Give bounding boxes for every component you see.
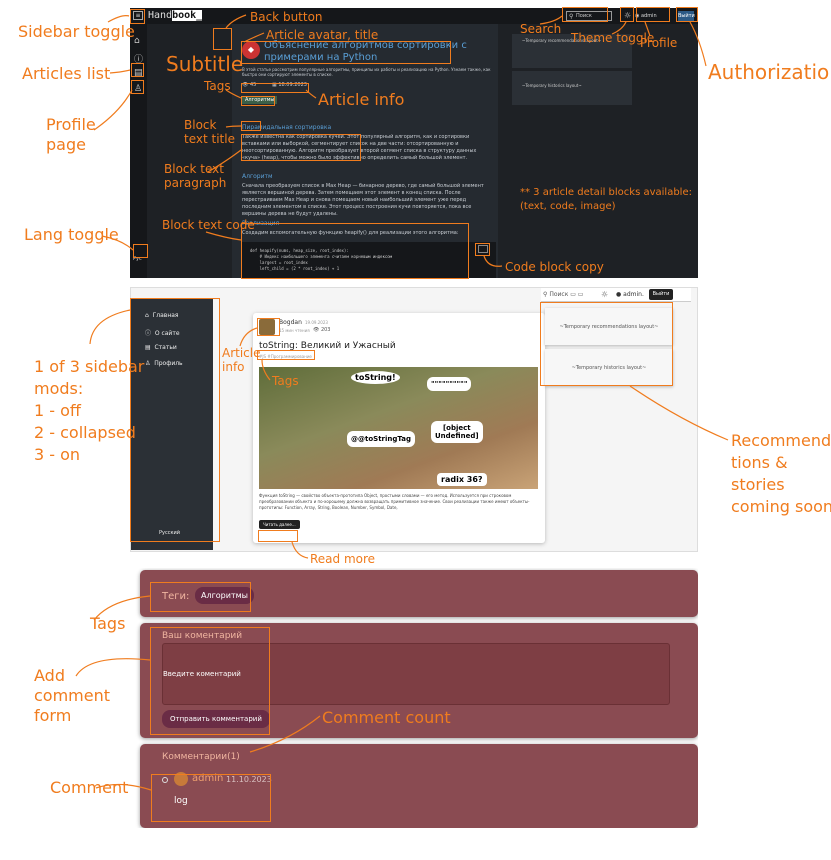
highlight-comment-form bbox=[150, 627, 270, 735]
highlight-copy bbox=[475, 243, 490, 256]
highlight-lang bbox=[133, 244, 148, 258]
ann-recommendations: Recommenda tions & stories coming soon! bbox=[731, 431, 831, 516]
highlight-title bbox=[241, 41, 451, 64]
top-bar: ≡ Handbook_ Поиск ⚲ ☼ ◉ admin Выйти bbox=[130, 8, 698, 24]
highlight-comment bbox=[151, 774, 271, 822]
highlight-profile bbox=[131, 80, 144, 94]
views-count: 👁 203 bbox=[313, 327, 331, 333]
ann-block-text-code: Block text code bbox=[162, 218, 255, 232]
block-paragraph: Сначала преобразуем список в Max Heap — … bbox=[242, 183, 484, 217]
read-more-button[interactable]: Читать далее... bbox=[259, 520, 300, 529]
speech-bubble: toString! bbox=[351, 371, 400, 384]
speech-bubble: [object Undefined] bbox=[431, 421, 483, 443]
arrow bbox=[93, 89, 133, 131]
ann-search: Search bbox=[520, 22, 562, 36]
ann-comment: Comment bbox=[50, 778, 129, 797]
highlight-tags bbox=[257, 350, 315, 360]
ann-profile-page: Profile page bbox=[46, 115, 96, 154]
ann-three-blocks: ** 3 article detail blocks available: (t… bbox=[520, 187, 692, 212]
highlight-profile-top bbox=[636, 7, 670, 22]
ann-code-block-copy: Code block copy bbox=[505, 260, 604, 274]
logo[interactable]: Handbook_ bbox=[148, 10, 203, 21]
read-time: 15 мин чтения bbox=[279, 328, 310, 333]
ann-profile: Profile bbox=[640, 36, 678, 50]
ann-comment-count: Comment count bbox=[322, 708, 451, 727]
right-panel: ~Temporary recommendations layout~ ~Temp… bbox=[512, 24, 698, 278]
ann-block-text-paragraph: Block text paragraph bbox=[164, 162, 227, 190]
ann-read-more: Read more bbox=[310, 552, 376, 566]
author-name[interactable]: Bogdan bbox=[279, 319, 302, 326]
profile-link[interactable]: ● admin. bbox=[616, 291, 644, 298]
highlight-auth bbox=[676, 7, 698, 22]
highlight-tags-3 bbox=[150, 582, 251, 612]
highlight-read-more bbox=[258, 530, 298, 542]
ann-lang-toggle: Lang toggle bbox=[24, 225, 119, 244]
highlight-tag bbox=[241, 96, 275, 106]
ann-tags-3: Tags bbox=[90, 614, 126, 633]
block-title: Алгоритм bbox=[242, 173, 273, 180]
ann-add-comment-form: Add comment form bbox=[34, 666, 111, 725]
highlight-search bbox=[562, 7, 608, 22]
top-bar: ⚲ Поиск ▭ ▭ ☼ ● admin. Выйти bbox=[541, 288, 691, 302]
ann-subtitle: Subtitle bbox=[166, 52, 244, 76]
ann-article-info: Article info bbox=[318, 90, 405, 109]
highlight-code bbox=[241, 223, 469, 279]
ann-sidebar-toggle: Sidebar toggle bbox=[18, 22, 135, 41]
speech-bubble: """""""""" bbox=[427, 377, 472, 391]
ann-sidebar-mods: 1 of 3 sidebar mods: 1 - off 2 - collaps… bbox=[34, 357, 145, 464]
highlight-theme bbox=[620, 7, 634, 22]
ann-authorization: Authorization bbox=[708, 60, 831, 84]
speech-bubble: @@toStringTag bbox=[347, 431, 415, 447]
article-subtitle: В этой статье рассмотрим популярные алго… bbox=[242, 67, 491, 77]
comment-count: Комментарии(1) bbox=[162, 752, 240, 762]
ann-tags: Tags bbox=[204, 79, 231, 93]
search-input[interactable]: ⚲ Поиск ▭ ▭ bbox=[543, 291, 583, 298]
ann-articles-list: Articles list bbox=[22, 64, 111, 83]
arrow bbox=[89, 309, 131, 345]
historics-layout: ~Temporary historics layout~ bbox=[512, 71, 632, 105]
article-date: 19.09.2023 bbox=[305, 320, 328, 325]
ann-block-text-title: Block text title bbox=[184, 118, 235, 146]
highlight-article-info bbox=[257, 318, 280, 336]
logout-button[interactable]: Выйти bbox=[649, 289, 673, 300]
arrow bbox=[109, 69, 131, 74]
highlight-paragraph bbox=[241, 134, 361, 161]
speech-bubble: radix 36? bbox=[437, 473, 487, 486]
article-excerpt: Функция toString — свойство объекта-прот… bbox=[259, 493, 530, 510]
ann-back-button: Back button bbox=[250, 10, 323, 24]
theme-toggle-icon[interactable]: ☼ bbox=[601, 290, 608, 299]
highlight-info bbox=[241, 83, 309, 93]
ann-article-info-2: Article info bbox=[222, 346, 261, 374]
highlight-block-title bbox=[241, 121, 261, 131]
article-card[interactable]: Bogdan 19.09.2023 15 мин чтения 👁 203 to… bbox=[253, 313, 545, 543]
article-image: toString! """""""""" @@toStringTag [obje… bbox=[259, 367, 538, 489]
highlight-recommendations bbox=[540, 302, 673, 386]
ann-article-avatar-title: Article avatar, title bbox=[266, 28, 379, 42]
highlight-back bbox=[213, 28, 232, 50]
highlight-articles bbox=[131, 63, 144, 77]
ann-tags-2: Tags bbox=[272, 374, 299, 388]
